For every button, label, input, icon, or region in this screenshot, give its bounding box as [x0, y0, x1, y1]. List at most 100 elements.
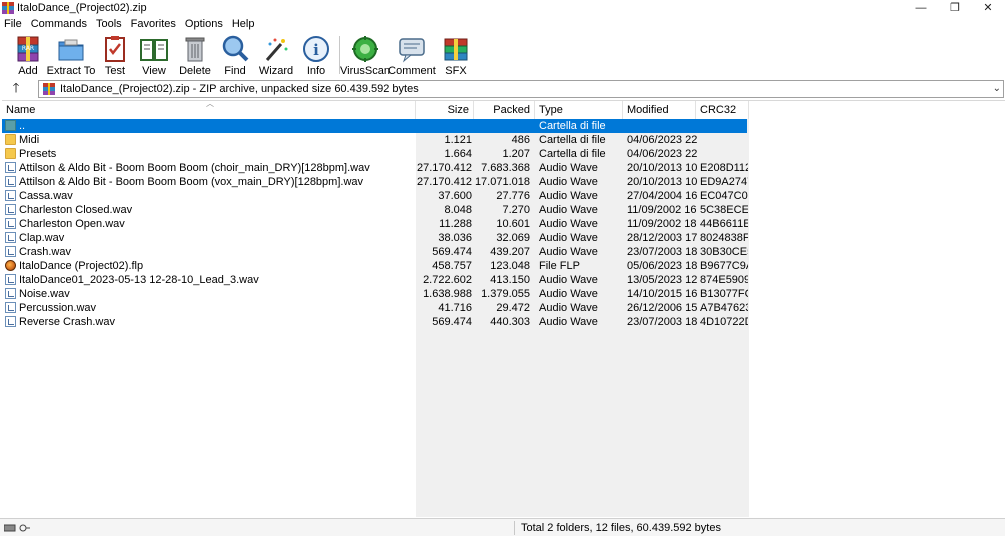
- table-row[interactable]: Midi 1.121 486 Cartella di file 04/06/2023 2…: [2, 133, 747, 147]
- comment-button[interactable]: Comment: [388, 34, 436, 78]
- cell-packed: 440.303: [490, 316, 530, 328]
- cell-type: Audio Wave: [539, 316, 598, 328]
- delete-button[interactable]: Delete: [179, 34, 211, 78]
- flp-file-icon: [5, 260, 16, 271]
- virusscan-button[interactable]: VirusScan: [340, 34, 390, 78]
- cell-modified: 05/06/2023 18:58: [627, 260, 697, 272]
- column-header-modified[interactable]: Modified: [623, 101, 696, 119]
- column-header-crc32[interactable]: CRC32: [696, 101, 749, 119]
- table-row[interactable]: Presets 1.664 1.207 Cartella di file 04/06/2…: [2, 147, 747, 161]
- file-name: ItaloDance (Project02).flp: [19, 260, 144, 272]
- menu-tools[interactable]: Tools: [92, 16, 127, 32]
- table-row[interactable]: Charleston Open.wav 11.288 10.601 Audio Wav…: [2, 217, 748, 231]
- file-name: Reverse Crash.wav: [19, 316, 115, 328]
- table-row[interactable]: Charleston Closed.wav 8.048 7.270 Audio Wav…: [2, 203, 748, 217]
- menu-help[interactable]: Help: [228, 16, 260, 32]
- cell-size: 1.638.988: [423, 288, 472, 300]
- add-button[interactable]: RAR Add: [13, 34, 43, 78]
- cell-name: ItaloDance01_2023-05-13 12-28-10_Lead_3.…: [5, 273, 415, 287]
- view-button[interactable]: View: [138, 34, 170, 78]
- cell-name: Percussion.wav: [5, 301, 415, 315]
- up-folder-button[interactable]: 🡑: [6, 81, 26, 97]
- cell-modified: 11/09/2002 18:29: [627, 218, 697, 230]
- table-row[interactable]: ItaloDance (Project02).flp 458.757 123.048…: [2, 259, 748, 273]
- file-name: Clap.wav: [19, 232, 65, 244]
- wizard-label: Wizard: [258, 65, 294, 77]
- add-archive-icon: RAR: [17, 36, 39, 62]
- toolbar: RAR Add Extract To Test View Delete Find…: [0, 32, 1005, 78]
- cell-crc32: B9677C9A: [700, 260, 748, 272]
- file-name: Attilson & Aldo Bit - Boom Boom Boom (ch…: [19, 162, 370, 174]
- cell-packed: 486: [511, 134, 530, 146]
- view-book-icon: [140, 39, 168, 61]
- table-row[interactable]: Attilson & Aldo Bit - Boom Boom Boom (ch…: [2, 161, 748, 175]
- file-list[interactable]: ︿ Name Size Packed Type Modified CRC32 .…: [2, 99, 1005, 517]
- list-header: ︿ Name Size Packed Type Modified CRC32: [2, 99, 1005, 119]
- cell-modified: 26/12/2006 15:29: [627, 302, 697, 314]
- cell-crc32: 30B30CE5: [700, 246, 748, 258]
- table-row[interactable]: .. Cartella di file: [2, 119, 747, 133]
- cell-packed: 27.776: [496, 190, 530, 202]
- cell-name: Attilson & Aldo Bit - Boom Boom Boom (ch…: [5, 161, 415, 175]
- path-field[interactable]: ItaloDance_(Project02).zip - ZIP archive…: [38, 80, 1004, 98]
- table-row[interactable]: Crash.wav 569.474 439.207 Audio Wave 23/07/2…: [2, 245, 748, 259]
- comment-icon: [399, 38, 425, 63]
- table-row[interactable]: ItaloDance01_2023-05-13 12-28-10_Lead_3.…: [2, 273, 748, 287]
- cell-size: [417, 119, 472, 133]
- table-row[interactable]: Noise.wav 1.638.988 1.379.055 Audio Wave 14/…: [2, 287, 748, 301]
- sfx-archive-icon: [444, 38, 468, 61]
- chevron-down-icon[interactable]: ⌄: [993, 82, 1001, 96]
- table-row[interactable]: Percussion.wav 41.716 29.472 Audio Wave 26/1…: [2, 301, 748, 315]
- table-row[interactable]: Reverse Crash.wav 569.474 440.303 Audio Wav…: [2, 315, 748, 329]
- folder-icon: [5, 148, 16, 159]
- status-divider: [514, 521, 515, 535]
- wav-file-icon: [5, 246, 16, 257]
- column-header-packed[interactable]: Packed: [474, 101, 535, 119]
- file-rows: .. Cartella di file Midi 1.121 486 Cartella d…: [2, 119, 748, 329]
- cell-crc32: 4D10722D: [700, 316, 748, 328]
- maximize-button[interactable]: ❐: [938, 0, 972, 16]
- column-header-name[interactable]: Name: [2, 101, 416, 119]
- parent-folder-icon: [5, 120, 16, 131]
- cell-crc32: B13077FC: [700, 288, 748, 300]
- close-button[interactable]: ✕: [971, 0, 1005, 16]
- cell-modified: 04/06/2023 22:48: [627, 148, 697, 160]
- cell-packed: 1.379.055: [481, 288, 530, 300]
- wav-file-icon: [5, 190, 16, 201]
- extract-to-button[interactable]: Extract To: [47, 34, 95, 78]
- table-row[interactable]: Cassa.wav 37.600 27.776 Audio Wave 27/04/200…: [2, 189, 748, 203]
- file-name: Charleston Open.wav: [19, 218, 125, 230]
- cell-size: 27.170.412: [417, 176, 472, 188]
- cell-size: 1.121: [444, 134, 472, 146]
- sfx-button[interactable]: SFX: [441, 34, 471, 78]
- magic-wand-icon: [265, 38, 288, 61]
- find-button[interactable]: Find: [222, 34, 249, 78]
- minimize-button[interactable]: —: [904, 0, 938, 16]
- wav-file-icon: [5, 176, 16, 187]
- wav-file-icon: [5, 232, 16, 243]
- cell-name: Attilson & Aldo Bit - Boom Boom Boom (vo…: [5, 175, 415, 189]
- status-text: Total 2 folders, 12 files, 60.439.592 by…: [521, 522, 721, 534]
- menu-commands[interactable]: Commands: [27, 16, 92, 32]
- cell-packed: 413.150: [490, 274, 530, 286]
- cell-name: Midi: [5, 133, 415, 147]
- wav-file-icon: [5, 302, 16, 313]
- test-clipboard-icon: [105, 36, 125, 62]
- cell-size: 37.600: [438, 190, 472, 202]
- cell-name: Clap.wav: [5, 231, 415, 245]
- column-header-type[interactable]: Type: [535, 101, 623, 119]
- find-label: Find: [224, 65, 246, 77]
- info-button[interactable]: i Info: [303, 34, 329, 78]
- column-header-size[interactable]: Size: [416, 101, 474, 119]
- wizard-button[interactable]: Wizard: [258, 34, 294, 78]
- info-icon: i: [303, 36, 329, 62]
- menu-favorites[interactable]: Favorites: [127, 16, 181, 32]
- table-row[interactable]: Clap.wav 38.036 32.069 Audio Wave 28/12/2003…: [2, 231, 748, 245]
- menu-options[interactable]: Options: [181, 16, 228, 32]
- table-row[interactable]: Attilson & Aldo Bit - Boom Boom Boom (vo…: [2, 175, 748, 189]
- folder-icon: [5, 134, 16, 145]
- test-button[interactable]: Test: [101, 34, 129, 78]
- cell-type: Cartella di file: [539, 148, 606, 160]
- wav-file-icon: [5, 288, 16, 299]
- menu-file[interactable]: File: [0, 16, 27, 32]
